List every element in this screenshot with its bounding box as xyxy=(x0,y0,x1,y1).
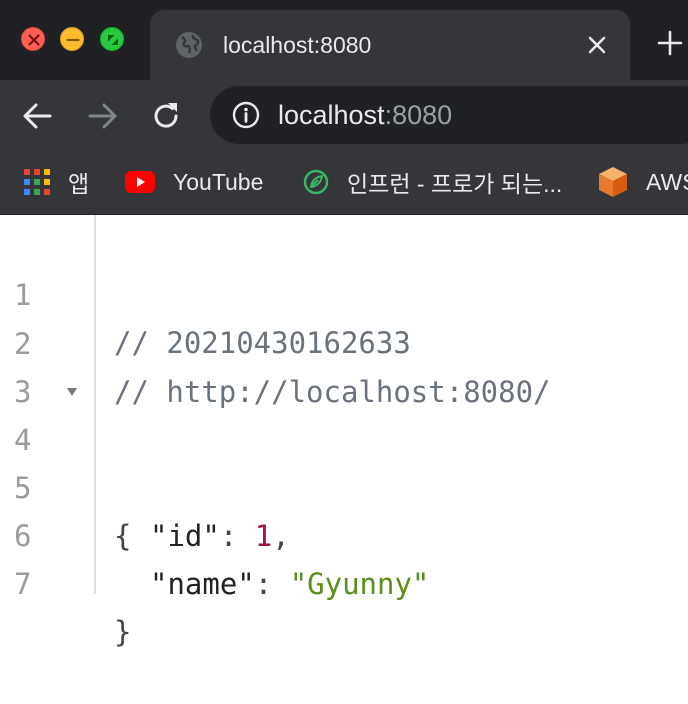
close-window-icon[interactable] xyxy=(21,27,45,51)
tab-localhost[interactable]: localhost:8080 xyxy=(150,10,630,80)
code-line: 3 xyxy=(0,320,688,409)
minimize-window-icon[interactable] xyxy=(60,27,84,51)
bookmark-label: AWS xyxy=(646,168,688,195)
bookmark-label: 인프런 - 프로가 되는... xyxy=(347,171,563,197)
json-viewer: 1 // 20210430162633 2 // http://localhos… xyxy=(0,215,688,649)
json-key: "name" xyxy=(150,567,255,601)
site-info-icon[interactable] xyxy=(232,101,260,129)
aws-cube-icon xyxy=(599,167,627,197)
line-number: 7 xyxy=(14,567,32,601)
bookmarks-bar: 앱 YouTube 인프런 - 프로가 되는... AWS xyxy=(0,152,688,215)
toolbar: localhost:8080 xyxy=(0,80,688,152)
bookmark-aws[interactable]: AWS xyxy=(598,164,688,200)
json-string-value: "Gyunny" xyxy=(289,567,430,601)
inflearn-leaf-icon xyxy=(303,169,329,195)
tab-title: localhost:8080 xyxy=(223,32,372,58)
code-line: 2 // http://localhost:8080/ xyxy=(0,272,688,409)
apps-grid-icon xyxy=(24,169,50,195)
back-arrow-icon[interactable] xyxy=(20,98,56,134)
bookmark-label: YouTube xyxy=(173,168,264,195)
bookmark-youtube[interactable]: YouTube xyxy=(125,164,263,200)
close-tab-icon[interactable] xyxy=(582,30,612,60)
youtube-icon xyxy=(125,171,155,193)
close-brace: } xyxy=(114,615,132,649)
bookmark-apps[interactable]: 앱 xyxy=(24,164,89,200)
bookmark-inflearn[interactable]: 인프런 - 프로가 되는... xyxy=(303,164,562,200)
tab-strip: localhost:8080 xyxy=(0,0,688,80)
fold-toggle-icon[interactable] xyxy=(66,386,78,398)
code-line: 1 // 20210430162633 xyxy=(0,223,688,360)
code-line: 5 "id": 1, xyxy=(0,416,688,553)
json-colon: : xyxy=(254,567,273,601)
code-line: 4 { xyxy=(0,368,688,553)
reload-icon[interactable] xyxy=(148,98,184,134)
url-text[interactable]: localhost:8080 xyxy=(278,99,452,131)
new-tab-icon[interactable] xyxy=(655,28,685,58)
fullscreen-window-icon[interactable] xyxy=(100,27,124,51)
bookmark-label: 앱 xyxy=(68,171,90,197)
globe-icon xyxy=(176,32,202,58)
code-line: 7 } xyxy=(0,512,688,649)
address-bar[interactable]: localhost:8080 xyxy=(210,86,688,144)
forward-arrow-icon[interactable] xyxy=(84,98,120,134)
code-line: 6 "name": "Gyunny" xyxy=(0,464,688,601)
